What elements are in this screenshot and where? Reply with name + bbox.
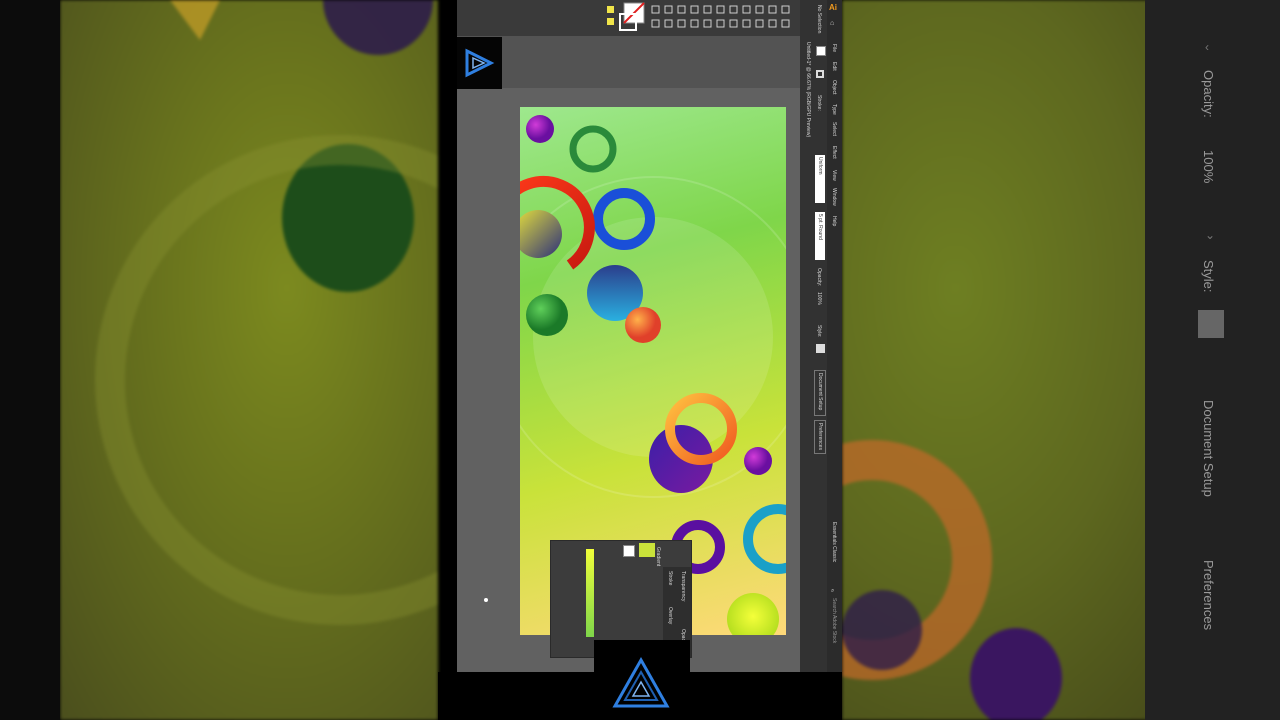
right-blurred-panel: Opacity: 100% Style: Document Setup Pref… xyxy=(1145,0,1280,720)
menu-type[interactable]: Type xyxy=(831,104,837,115)
search-icon: ⌕ xyxy=(831,588,835,594)
blend-mode-select[interactable]: Overlay xyxy=(667,607,673,624)
tab-stroke[interactable]: Stroke xyxy=(667,571,673,585)
right-opacity-value: 100% xyxy=(1201,150,1216,184)
brand-logo-box xyxy=(457,37,502,89)
preferences-label: Preferences xyxy=(817,423,823,450)
tab-gradient[interactable]: Gradient xyxy=(655,547,661,566)
brush-field[interactable]: 5 pt. Round xyxy=(815,212,825,260)
search-stock-input[interactable]: Search Adobe Stock xyxy=(831,598,837,643)
workspace-switcher[interactable]: Essentials Classic xyxy=(831,522,837,562)
right-opacity-label: Opacity: xyxy=(1201,70,1216,118)
stroke-swatch[interactable] xyxy=(816,70,824,78)
ai-logo: Ai xyxy=(829,3,837,12)
right-style-swatch xyxy=(1198,310,1224,338)
right-style-label: Style: xyxy=(1201,260,1216,293)
tab-transparency[interactable]: Transparency xyxy=(680,571,686,601)
right-preferences: Preferences xyxy=(1201,560,1216,631)
fill-swatch[interactable] xyxy=(816,46,826,56)
opacity-label: Opacity: xyxy=(816,268,822,287)
none-swatch[interactable] xyxy=(623,545,635,557)
left-edge xyxy=(0,0,60,720)
no-selection-label: No Selection xyxy=(816,5,822,34)
stroke-weight-field[interactable]: Uniform xyxy=(815,155,825,203)
menu-effect[interactable]: Effect xyxy=(831,146,837,159)
chevron-up-icon: ‹ xyxy=(1205,40,1209,54)
chevron-down-icon: ⌄ xyxy=(1205,228,1216,242)
gradient-slider[interactable] xyxy=(586,549,594,637)
control-bar xyxy=(457,0,842,36)
brand-triangle-icon xyxy=(612,656,670,710)
menu-help[interactable]: Help xyxy=(831,216,837,226)
opacity-value[interactable]: 100% xyxy=(816,292,822,305)
menu-view[interactable]: View xyxy=(831,170,837,181)
document-setup-label: Document Setup xyxy=(817,373,823,411)
menu-file[interactable]: File xyxy=(831,44,837,52)
cursor-dot xyxy=(484,598,488,602)
brand-logo-icon xyxy=(465,48,495,78)
uniform-label: Uniform xyxy=(817,157,823,175)
right-document-setup: Document Setup xyxy=(1201,400,1216,497)
style-swatch[interactable] xyxy=(816,344,825,353)
menu-object[interactable]: Object xyxy=(831,80,837,94)
home-icon[interactable]: ⌂ xyxy=(830,20,834,27)
menu-window[interactable]: Window xyxy=(831,188,837,206)
style-label: Style: xyxy=(816,325,822,338)
menu-select[interactable]: Select xyxy=(831,122,837,136)
brush-label: 5 pt. Round xyxy=(817,214,823,240)
document-tab[interactable]: Untitled-1* @ 66.67% (RGB/GPU Preview) xyxy=(805,42,811,137)
left-overlay xyxy=(260,0,438,720)
align-icon xyxy=(651,5,660,14)
stroke-label: Stroke: xyxy=(816,95,822,111)
document-setup-button[interactable]: Document Setup xyxy=(814,370,826,416)
preferences-button[interactable]: Preferences xyxy=(814,420,826,454)
gradient-swatch[interactable] xyxy=(639,543,655,557)
toolbar-icons xyxy=(607,2,790,31)
menu-bar: Ai ⌂ File Edit Object Type Select Effect… xyxy=(827,0,842,672)
menu-edit[interactable]: Edit xyxy=(831,62,837,71)
